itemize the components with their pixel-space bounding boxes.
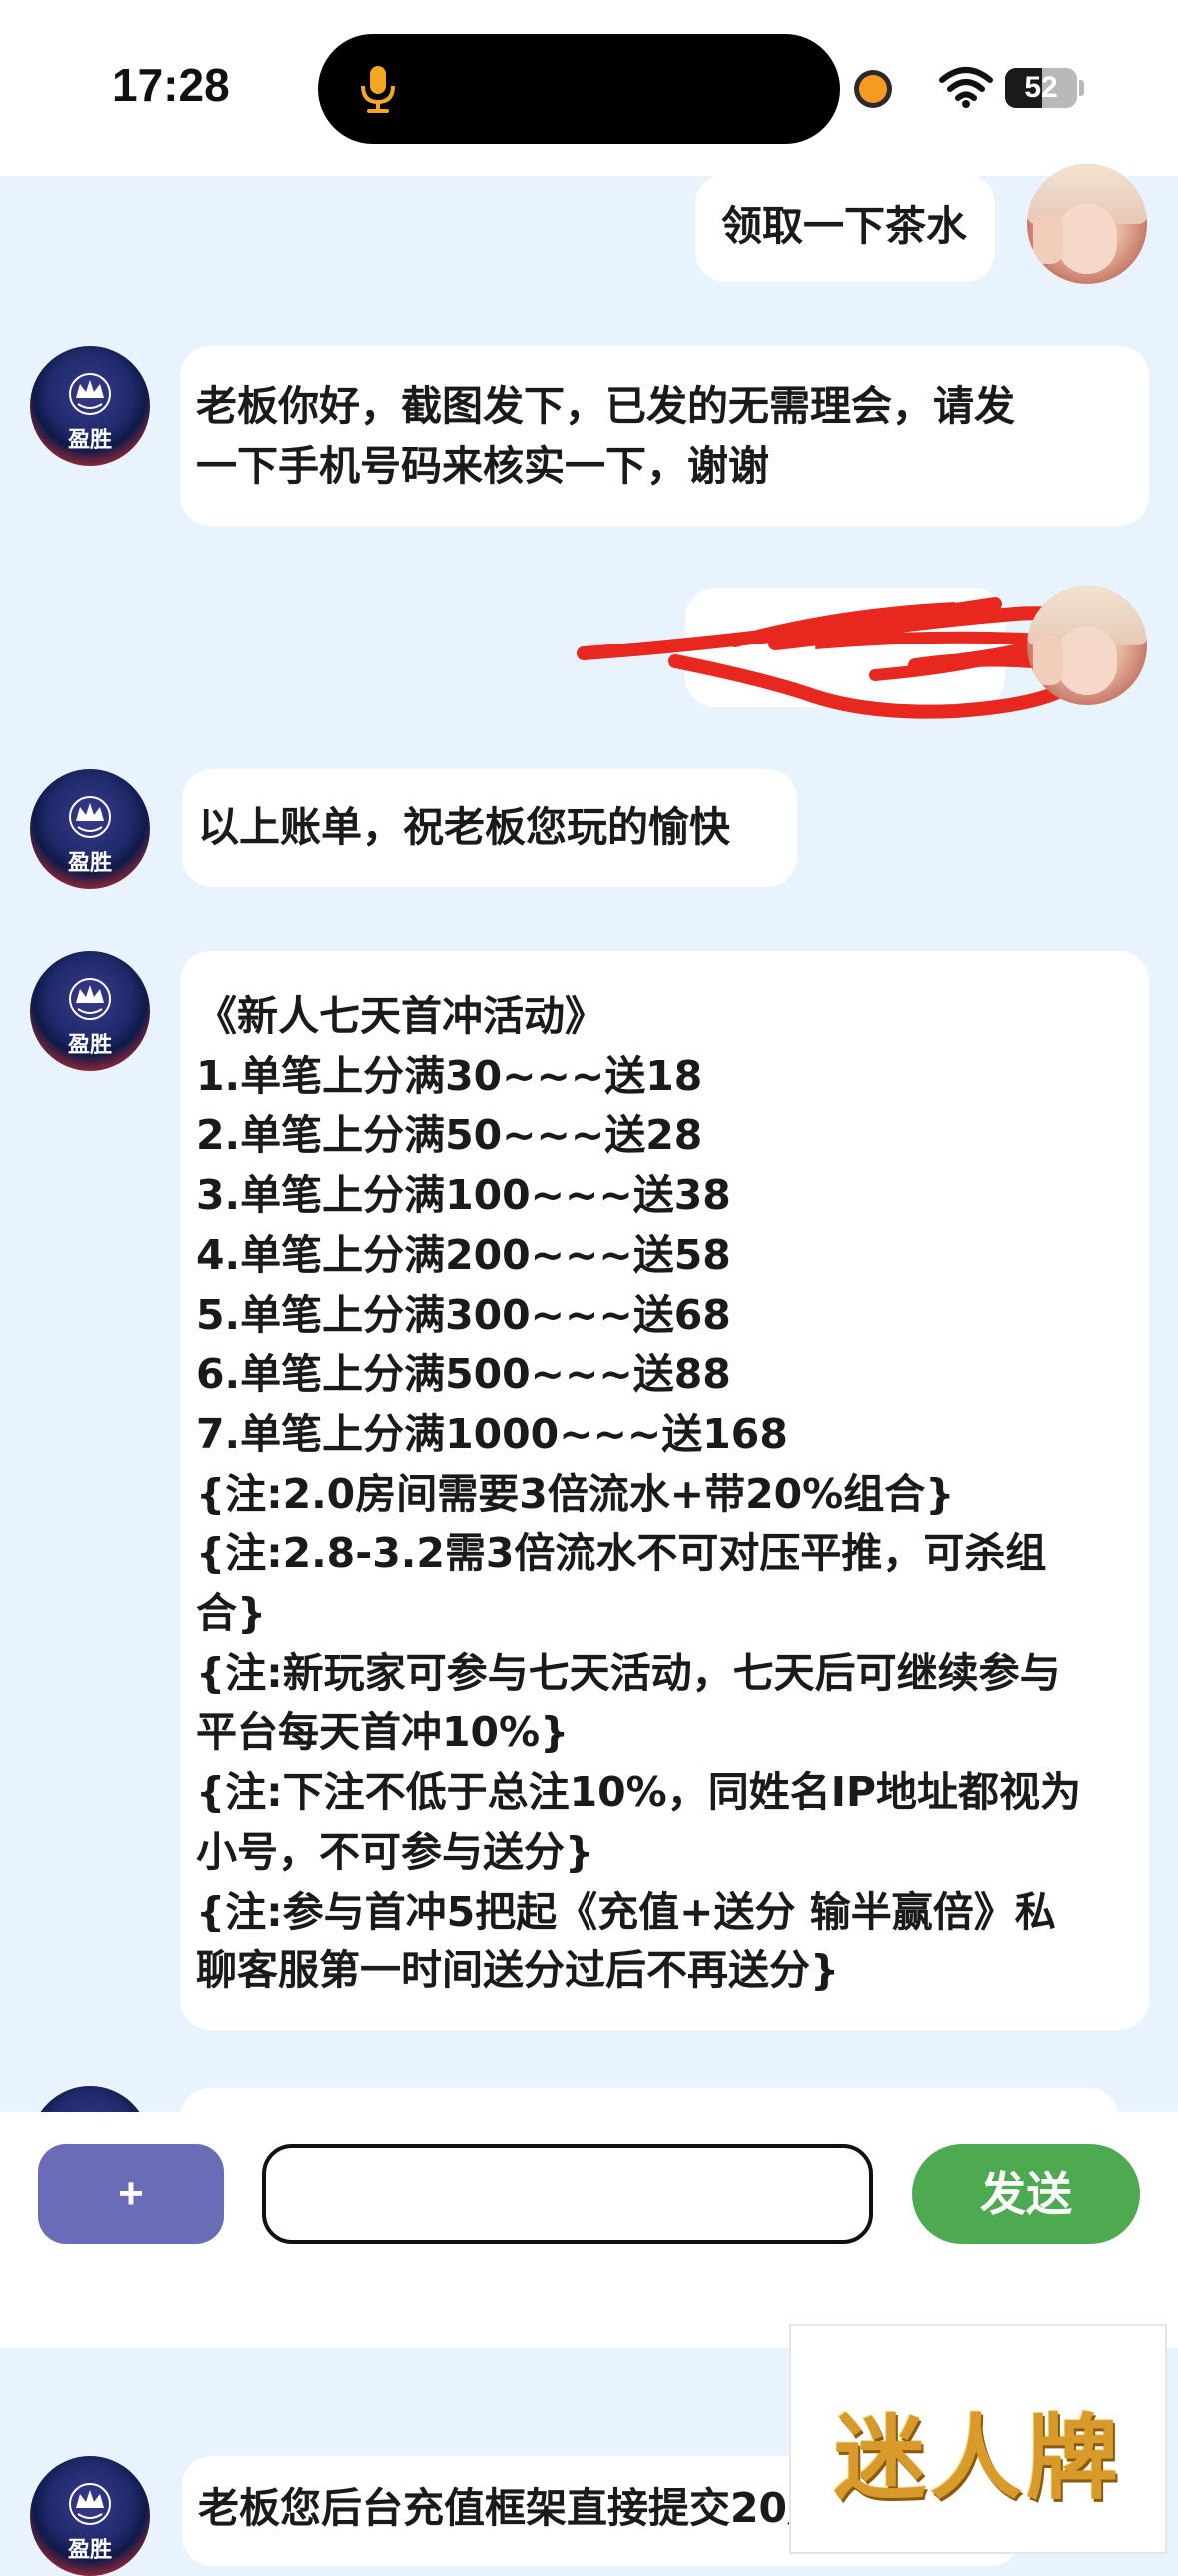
dynamic-island	[318, 34, 840, 144]
promo-line: 4.单笔上分满200~~~送58	[196, 1230, 731, 1279]
promo-line: 5.单笔上分满300~~~送68	[196, 1290, 731, 1339]
brand-avatar[interactable]: 盈胜	[30, 951, 150, 1071]
promo-note: 平台每天首冲10%}	[196, 1708, 570, 1757]
brand-avatar[interactable]: 盈胜	[30, 769, 150, 889]
redaction-scribble	[577, 597, 1092, 719]
promo-note: {注:参与首冲5把起《充值+送分 输半赢倍》私	[196, 1887, 1056, 1935]
brand-avatar-label: 盈胜	[67, 851, 112, 876]
promo-line: 3.单笔上分满100~~~送38	[196, 1171, 731, 1220]
promo-note: {注:2.8-3.2需3倍流水不可对压平推，可杀组	[196, 1529, 1047, 1578]
watermark-logo: 迷人牌	[789, 2324, 1167, 2554]
attach-plus-button[interactable]: +	[38, 2144, 224, 2244]
message-bubble-incoming[interactable]: 以上账单，祝老板您玩的愉快	[182, 769, 797, 887]
promo-note: {注:2.0房间需要3倍流水+带20%组合}	[196, 1469, 955, 1518]
message-input[interactable]	[262, 2144, 873, 2244]
microphone-icon	[361, 66, 395, 113]
promo-line: 7.单笔上分满1000~~~送168	[196, 1409, 788, 1458]
promo-note: 合}	[196, 1589, 267, 1638]
brand-avatar-label: 盈胜	[67, 2538, 112, 2563]
message-bubble-incoming[interactable]: 老板你好，截图发下，已发的无需理会，请发 一下手机号码来核实一下，谢谢	[180, 346, 1149, 526]
promo-note: {注:新玩家可参与七天活动，七天后可继续参与	[196, 1648, 1061, 1697]
avatar-hand	[1033, 636, 1063, 685]
recording-dot-icon	[859, 75, 887, 103]
send-button[interactable]: 发送	[912, 2144, 1140, 2244]
promo-line: 2.单笔上分满50~~~送28	[196, 1111, 703, 1160]
user-avatar[interactable]	[1027, 164, 1147, 284]
promo-title: 《新人七天首冲活动》	[196, 992, 605, 1040]
status-bar: 17:28 52	[0, 0, 1178, 176]
avatar-hand	[1033, 214, 1063, 264]
message-bubble-outgoing[interactable]: 领取一下茶水	[695, 174, 995, 282]
brand-avatar[interactable]: 盈胜	[30, 346, 150, 466]
promo-note: 小号，不可参与送分}	[196, 1827, 594, 1876]
battery-icon: 52	[1005, 68, 1077, 108]
battery-nub	[1079, 80, 1084, 96]
message-text: 领取一下茶水	[721, 202, 967, 250]
status-time: 17:28	[112, 59, 230, 111]
brand-avatar-label: 盈胜	[67, 428, 112, 453]
crown-logo-icon	[69, 796, 111, 838]
message-text: 一下手机号码来核实一下，谢谢	[196, 442, 769, 490]
user-avatar[interactable]	[1027, 586, 1147, 705]
avatar-face	[1057, 626, 1117, 695]
avatar-face	[1057, 204, 1117, 274]
promo-line: 1.单笔上分满30~~~送18	[196, 1051, 703, 1100]
crown-logo-icon	[69, 2483, 111, 2525]
crown-logo-icon	[69, 978, 111, 1020]
message-text: 以上账单，祝老板您玩的愉快	[198, 803, 730, 851]
brand-avatar-label: 盈胜	[67, 1033, 112, 1058]
brand-avatar[interactable]: 盈胜	[30, 2456, 150, 2576]
promo-line: 6.单笔上分满500~~~送88	[196, 1350, 731, 1399]
message-bubble-promo[interactable]: 《新人七天首冲活动》 1.单笔上分满30~~~送18 2.单笔上分满50~~~送…	[180, 951, 1149, 2030]
battery-percent: 52	[1024, 71, 1058, 104]
watermark-text: 迷人牌	[833, 2404, 1122, 2512]
promo-note: {注:下注不低于总注10%，同姓名IP地址都视为	[196, 1768, 1082, 1817]
message-text: 老板你好，截图发下，已发的无需理会，请发	[196, 382, 1015, 430]
crown-logo-icon	[69, 373, 111, 415]
promo-note: 聊客服第一时间送分过后不再送分}	[196, 1946, 840, 1995]
wifi-icon	[939, 67, 993, 108]
